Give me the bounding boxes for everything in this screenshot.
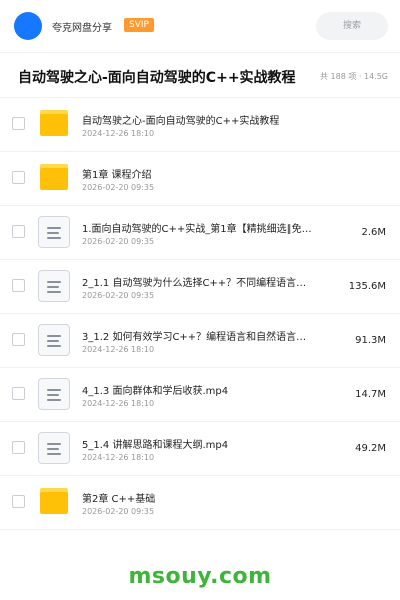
file-name[interactable]: 1.面向自动驾驶的C++实战_第1章【精挑细选∥免… [82, 220, 322, 235]
document-icon [38, 270, 70, 302]
file-name[interactable]: 4_1.3 面向群体和学后收获.mp4 [82, 382, 322, 397]
header-bar: 夸克网盘分享 SVIP 搜索 [0, 0, 400, 52]
file-date: 2024-12-26 18:10 [82, 453, 155, 462]
file-size: 135.6M [348, 281, 386, 292]
file-date: 2026-02-20 09:35 [82, 183, 155, 192]
file-date: 2024-12-26 18:10 [82, 345, 155, 354]
folder-icon [38, 486, 70, 518]
file-name[interactable]: 第1章 课程介绍 [82, 166, 322, 181]
file-date: 2026-02-20 09:35 [82, 237, 155, 246]
select-checkbox[interactable] [12, 333, 25, 346]
watermark: msouy.com [128, 564, 272, 589]
select-checkbox[interactable] [12, 117, 25, 130]
file-name[interactable]: 3_1.2 如何有效学习C++？编程语言和自然语言… [82, 328, 322, 343]
file-size: 49.2M [355, 443, 386, 454]
file-size: 14.7M [355, 389, 386, 400]
file-size: 91.3M [355, 335, 386, 346]
document-icon [38, 324, 70, 356]
select-checkbox[interactable] [12, 171, 25, 184]
avatar[interactable] [14, 12, 42, 40]
select-checkbox[interactable] [12, 441, 25, 454]
document-icon [38, 432, 70, 464]
file-name[interactable]: 2_1.1 自动驾驶为什么选择C++？不同编程语言… [82, 274, 322, 289]
share-summary: 共 188 项 · 14.5G [320, 72, 388, 81]
file-name[interactable]: 5_1.4 讲解思路和课程大纲.mp4 [82, 436, 322, 451]
file-row[interactable]: 3_1.2 如何有效学习C++？编程语言和自然语言… 2024-12-26 18:… [0, 314, 400, 368]
document-icon [38, 216, 70, 248]
file-date: 2026-02-20 09:35 [82, 507, 155, 516]
select-checkbox[interactable] [12, 495, 25, 508]
file-name[interactable]: 第2章 C++基础 [82, 490, 322, 505]
share-title-bar: 自动驾驶之心-面向自动驾驶的C++实战教程 共 188 项 · 14.5G [0, 52, 400, 98]
file-row[interactable]: 第1章 课程介绍 2026-02-20 09:35 [0, 152, 400, 206]
file-date: 2024-12-26 18:10 [82, 399, 155, 408]
file-date: 2026-02-20 09:35 [82, 291, 155, 300]
file-row[interactable]: 2_1.1 自动驾驶为什么选择C++？不同编程语言… 2026-02-20 09:… [0, 260, 400, 314]
file-row[interactable]: 5_1.4 讲解思路和课程大纲.mp4 2024-12-26 18:10 49.2M [0, 422, 400, 476]
select-checkbox[interactable] [12, 387, 25, 400]
select-checkbox[interactable] [12, 225, 25, 238]
folder-icon [38, 162, 70, 194]
svip-badge: SVIP [124, 18, 154, 32]
select-checkbox[interactable] [12, 279, 25, 292]
folder-icon [38, 108, 70, 140]
file-name[interactable]: 自动驾驶之心-面向自动驾驶的C++实战教程 [82, 112, 322, 127]
file-size: 2.6M [361, 227, 386, 238]
search-button[interactable]: 搜索 [316, 12, 388, 40]
file-date: 2024-12-26 18:10 [82, 129, 155, 138]
page-title: 自动驾驶之心-面向自动驾驶的C++实战教程 [18, 70, 296, 86]
brand-name: 夸克网盘分享 [52, 23, 112, 34]
file-list: 自动驾驶之心-面向自动驾驶的C++实战教程 2024-12-26 18:10 第1章… [0, 98, 400, 530]
file-row[interactable]: 1.面向自动驾驶的C++实战_第1章【精挑细选∥免… 2026-02-20 09:… [0, 206, 400, 260]
file-row[interactable]: 自动驾驶之心-面向自动驾驶的C++实战教程 2024-12-26 18:10 [0, 98, 400, 152]
file-row[interactable]: 4_1.3 面向群体和学后收获.mp4 2024-12-26 18:10 14.7M [0, 368, 400, 422]
file-row[interactable]: 第2章 C++基础 2026-02-20 09:35 [0, 476, 400, 530]
document-icon [38, 378, 70, 410]
